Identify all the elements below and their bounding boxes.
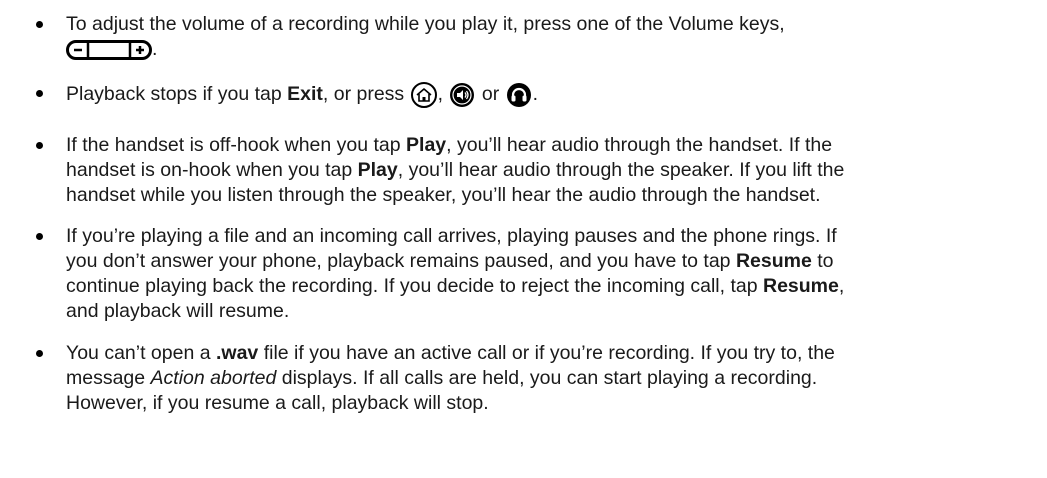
item-1-line-1: To adjust the volume of a recording whil… [66,13,785,35]
document-page: To adjust the volume of a recording whil… [0,0,1047,478]
speaker-key-icon [448,81,476,109]
wav-extension: .wav [216,342,259,364]
bullet-dot [36,142,43,149]
item-1-line-2: . [152,38,158,60]
home-key-icon [410,81,438,109]
action-aborted-message: Action aborted [150,367,277,389]
exit-softkey-label: Exit [287,83,323,106]
resume-softkey-label: Resume [735,250,812,272]
resume-softkey-label: Resume [763,275,839,297]
headset-key-icon [505,81,533,109]
play-softkey-label: Play [406,134,447,156]
bullet-dot [36,90,43,97]
bullet-dot [36,21,43,28]
volume-keys-icon [66,39,152,61]
play-softkey-label: Play [357,159,398,181]
bullet-dot [36,350,43,357]
bullet-dot [36,233,43,240]
